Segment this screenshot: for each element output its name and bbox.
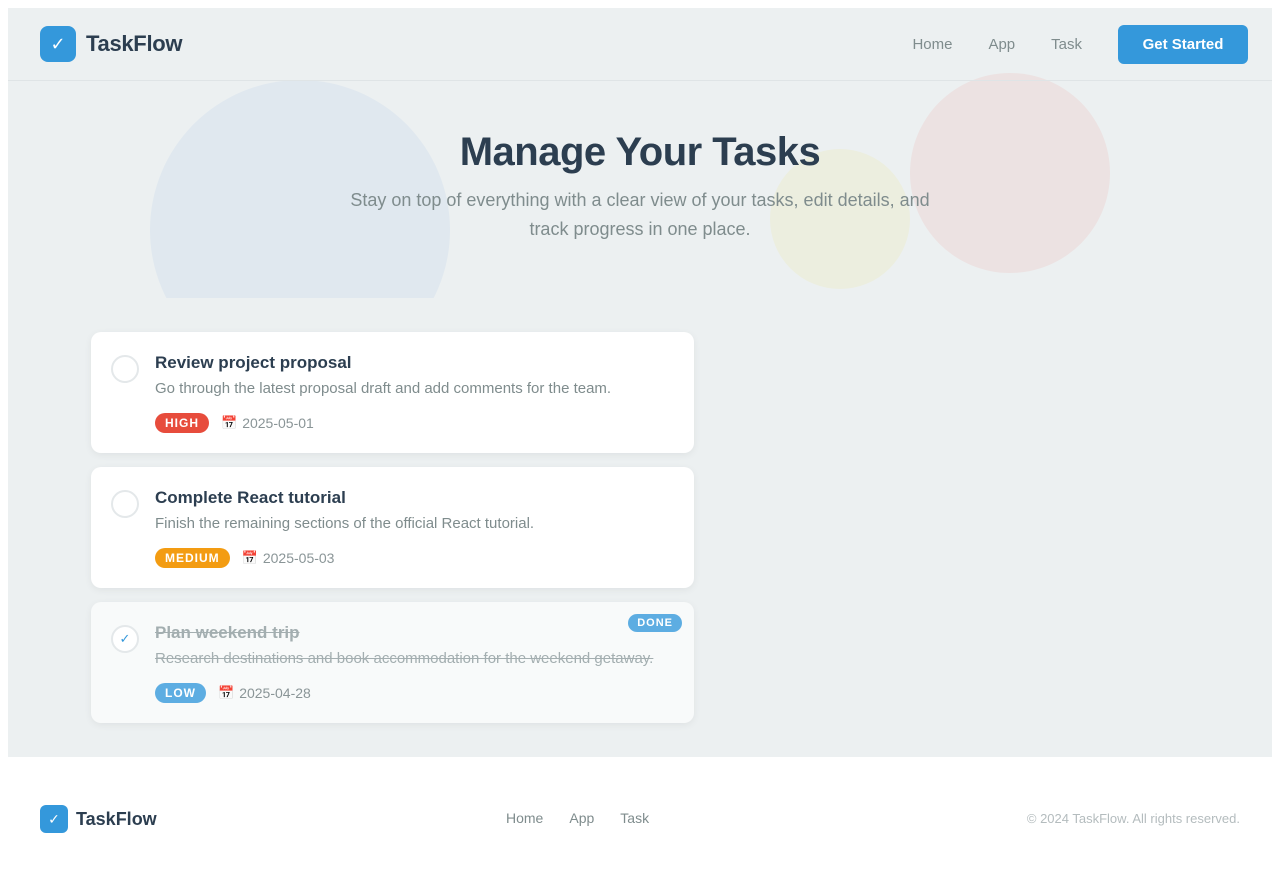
footer-link-app[interactable]: App	[569, 810, 594, 826]
task-card-completed[interactable]: ✓ DONE Plan weekend trip Research destin…	[91, 602, 694, 723]
task-description: Finish the remaining sections of the off…	[155, 515, 535, 532]
get-started-button[interactable]: Get Started	[1118, 25, 1248, 64]
footer-link-home[interactable]: Home	[506, 810, 543, 826]
site-header: ✓ TaskFlow Home App Task Get Started	[8, 8, 1272, 81]
checkmark-icon: ✓	[119, 631, 131, 646]
task-checkbox-checked[interactable]: ✓	[111, 625, 139, 653]
task-title: Plan weekend trip	[155, 623, 300, 642]
task-card[interactable]: Review project proposal Go through the l…	[91, 332, 694, 453]
task-meta: LOW 📅 2025-04-28	[155, 683, 311, 703]
copyright-text: © 2024 TaskFlow. All rights reserved.	[1026, 811, 1240, 826]
priority-badge: LOW	[155, 683, 206, 703]
nav-link-home[interactable]: Home	[912, 36, 952, 53]
task-date: 📅 2025-05-01	[221, 415, 314, 431]
main-frame: ✓ TaskFlow Home App Task Get Started Man…	[8, 8, 1272, 757]
task-description: Research destinations and book accommoda…	[155, 650, 654, 667]
task-checkbox[interactable]	[111, 490, 139, 518]
task-meta: MEDIUM 📅 2025-05-03	[155, 548, 334, 568]
calendar-icon: 📅	[241, 550, 258, 565]
main-nav: Home App Task Get Started	[912, 25, 1248, 64]
task-date: 📅 2025-04-28	[218, 685, 311, 701]
calendar-icon: 📅	[221, 415, 238, 430]
footer-nav: Home App Task	[506, 810, 675, 826]
hero-subtitle: Stay on top of everything with a clear v…	[350, 190, 930, 239]
task-date-text: 2025-05-01	[242, 415, 314, 431]
footer-link-task[interactable]: Task	[620, 810, 649, 826]
task-description: Go through the latest proposal draft and…	[155, 380, 612, 397]
task-date: 📅 2025-05-03	[242, 550, 335, 566]
calendar-icon: 📅	[218, 685, 235, 700]
footer-brand-name: TaskFlow	[76, 808, 157, 829]
task-date-text: 2025-05-03	[262, 550, 335, 566]
status-badge: DONE	[628, 614, 682, 632]
nav-link-task[interactable]: Task	[1051, 36, 1082, 53]
task-card[interactable]: Complete React tutorial Finish the remai…	[91, 467, 694, 588]
brand-name: TaskFlow	[86, 31, 183, 56]
check-icon: ✓	[40, 26, 76, 62]
task-title: Review project proposal	[155, 353, 352, 372]
hero-title: Manage Your Tasks	[459, 130, 821, 174]
task-title: Complete React tutorial	[155, 488, 346, 507]
site-footer: ✓ TaskFlow Home App Task © 2024 TaskFlow…	[0, 757, 1280, 888]
priority-badge: MEDIUM	[155, 548, 230, 568]
task-date-text: 2025-04-28	[239, 685, 311, 701]
check-icon: ✓	[40, 805, 68, 833]
priority-badge: HIGH	[155, 413, 209, 433]
task-meta: HIGH 📅 2025-05-01	[155, 413, 314, 433]
task-checkbox[interactable]	[111, 355, 139, 383]
footer-brand-logo[interactable]: ✓ TaskFlow	[40, 805, 157, 833]
brand-logo[interactable]: ✓ TaskFlow	[40, 26, 183, 62]
nav-link-app[interactable]: App	[988, 36, 1015, 53]
